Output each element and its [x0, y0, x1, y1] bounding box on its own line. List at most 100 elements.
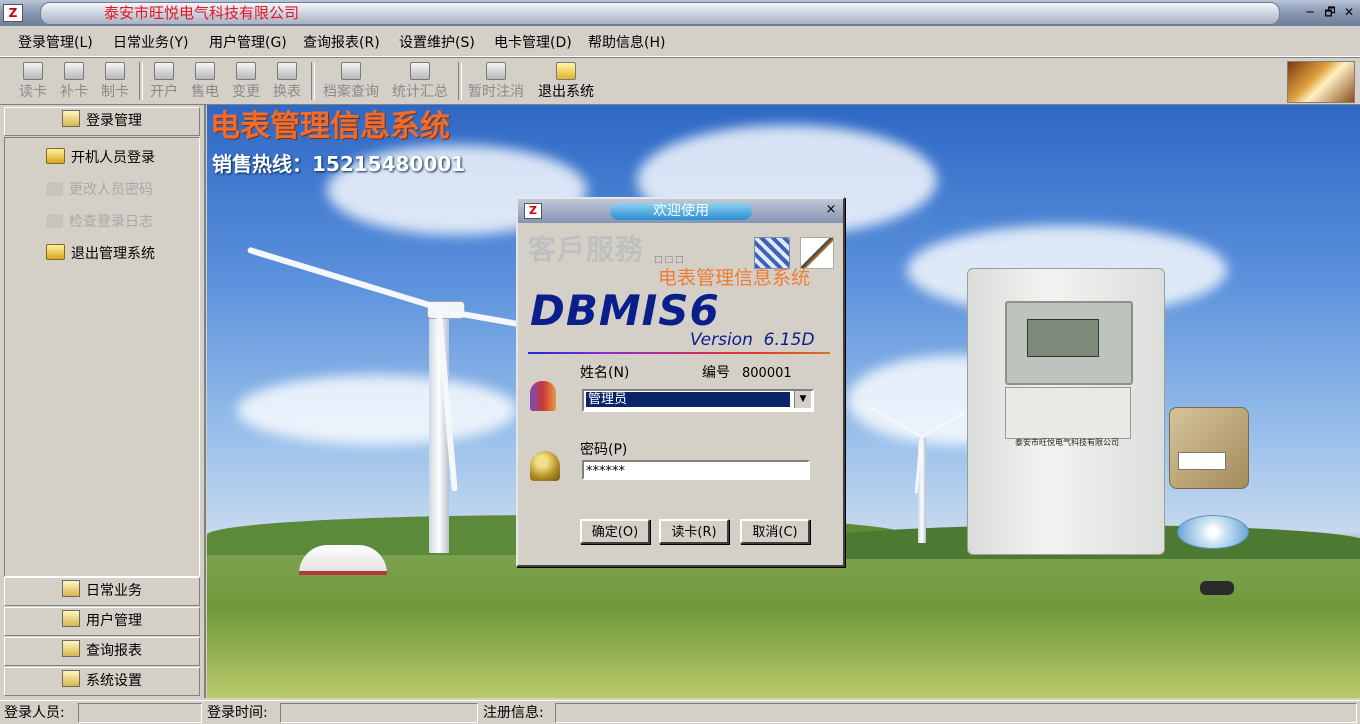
archive-query-icon [341, 62, 361, 80]
statistics-button[interactable]: 统计汇总 [387, 62, 453, 102]
cloud [237, 375, 517, 445]
dialog-title-bar[interactable]: Z 欢迎使用 × [518, 199, 843, 223]
card-reader-slot [1178, 452, 1226, 470]
user-management-icon [62, 610, 80, 627]
status-user-label: 登录人员: [4, 705, 65, 721]
nav-section-settings[interactable]: 系统设置 [4, 667, 200, 696]
password-field[interactable]: ****** [582, 460, 810, 480]
toolbar-separator [139, 62, 143, 100]
name-label: 姓名(N) [580, 365, 630, 381]
cow [1200, 581, 1234, 595]
code-label: 编号 [702, 365, 730, 381]
users-icon [530, 381, 556, 411]
menu-settings[interactable]: 设置维护(S) [395, 33, 479, 53]
product-version: Version 6.15D [690, 330, 815, 350]
menu-help[interactable]: 帮助信息(H) [584, 33, 669, 53]
confirm-button[interactable]: 确定(O) [580, 519, 650, 544]
nav-section-login[interactable]: 登录管理 [4, 107, 200, 136]
pause-icon [486, 62, 506, 80]
service-boxes: □□□ [654, 255, 686, 265]
change-icon [236, 62, 256, 80]
daily-business-icon [62, 580, 80, 597]
open-account-icon [154, 62, 174, 80]
read-card-button[interactable]: 读卡 [13, 62, 53, 102]
window-title: 泰安市旺悦电气科技有限公司 [104, 4, 300, 22]
electric-meter-image: 泰安市旺悦电气科技有限公司 [967, 268, 1165, 555]
sales-hotline: 销售热线：15215480001 [212, 152, 466, 176]
keys-icon [530, 451, 560, 481]
menu-bar: 登录管理(L) 日常业务(Y) 用户管理(G) 查询报表(R) 设置维护(S) … [0, 30, 1360, 57]
card-reader-image [1169, 407, 1249, 489]
reissue-card-button[interactable]: 补卡 [54, 62, 94, 102]
nav-section-reports[interactable]: 查询报表 [4, 637, 200, 666]
code-value: 800001 [742, 366, 792, 381]
replace-meter-icon [277, 62, 297, 80]
customer-service-banner: 客戶服務 [528, 233, 645, 266]
user-select-value: 管理员 [585, 391, 791, 408]
toolbar-separator [311, 62, 315, 100]
wind-turbine-blade [246, 246, 440, 311]
restore-button[interactable]: 🗗 [1322, 5, 1338, 19]
menu-daily[interactable]: 日常业务(Y) [109, 33, 192, 53]
open-folder-icon [46, 148, 65, 164]
settings-icon [62, 670, 80, 687]
change-button[interactable]: 变更 [226, 62, 266, 102]
rainbow-divider [528, 352, 830, 354]
title-bar: Z 泰安市旺悦电气科技有限公司 ─ 🗗 ✕ [0, 0, 1360, 26]
network-icon [754, 237, 790, 269]
toolbar-corner-picture [1287, 61, 1355, 103]
sell-power-button[interactable]: 售电 [185, 62, 225, 102]
menu-login[interactable]: 登录管理(L) [14, 33, 97, 53]
product-logo: DBMIS6 [530, 286, 720, 335]
app-logo-icon[interactable]: Z [3, 4, 23, 22]
toolbar-separator [458, 62, 462, 100]
meter-lcd [1027, 319, 1099, 357]
nav-panel [4, 137, 200, 577]
replace-meter-button[interactable]: 换表 [267, 62, 307, 102]
cd-disc-image [1177, 515, 1249, 549]
exit-folder-icon [46, 244, 65, 260]
meter-nameplate [1005, 387, 1131, 439]
status-user-value [78, 703, 202, 723]
pause-logout-button[interactable]: 暂时注消 [463, 62, 529, 102]
nav-item-change-password: 更改人员密码 [46, 180, 153, 200]
status-time-label: 登录时间: [207, 705, 268, 721]
archive-query-button[interactable]: 档案查询 [318, 62, 384, 102]
yurt [299, 545, 387, 575]
report-icon [62, 640, 80, 657]
printer-icon [410, 62, 430, 80]
menu-cards[interactable]: 电卡管理(D) [490, 33, 576, 53]
login-dialog: Z 欢迎使用 × 客戶服務 □□□ 电表管理信息系统 DBMIS6 Versio… [516, 197, 845, 567]
left-navigation: 登录管理 开机人员登录 更改人员密码 检查登录日志 退出管理系统 日常业务 用户… [0, 105, 206, 698]
nav-section-users[interactable]: 用户管理 [4, 607, 200, 636]
log-icon [46, 214, 63, 228]
menu-users[interactable]: 用户管理(G) [205, 33, 291, 53]
pen-icon [800, 237, 834, 269]
minimize-button[interactable]: ─ [1302, 5, 1318, 19]
status-bar: 登录人员: 登录时间: 注册信息: [0, 700, 1360, 724]
dialog-logo-icon: Z [524, 203, 542, 219]
open-account-button[interactable]: 开户 [144, 62, 184, 102]
chevron-down-icon[interactable]: ▼ [794, 391, 811, 408]
status-time-value [280, 703, 478, 723]
nav-item-exit-system[interactable]: 退出管理系统 [46, 244, 155, 264]
dialog-title: 欢迎使用 [610, 203, 752, 220]
read-card-login-button[interactable]: 读卡(R) [659, 519, 729, 544]
exit-folder-icon [556, 62, 576, 80]
status-reg-value [555, 703, 1357, 723]
close-button[interactable]: ✕ [1341, 5, 1357, 19]
meter-display-panel [1005, 301, 1133, 385]
reissue-card-icon [64, 62, 84, 80]
nav-item-operator-login[interactable]: 开机人员登录 [46, 148, 155, 168]
dialog-close-button[interactable]: × [824, 203, 838, 217]
sell-power-icon [195, 62, 215, 80]
exit-system-button[interactable]: 退出系统 [533, 62, 599, 102]
user-select[interactable]: 管理员 ▼ [582, 389, 814, 412]
cancel-button[interactable]: 取消(C) [740, 519, 810, 544]
system-title: 电表管理信息系统 [210, 109, 450, 144]
make-card-button[interactable]: 制卡 [95, 62, 135, 102]
menu-reports[interactable]: 查询报表(R) [299, 33, 384, 53]
nav-section-daily[interactable]: 日常业务 [4, 577, 200, 606]
status-reg-label: 注册信息: [483, 705, 544, 721]
toolbar: 读卡 补卡 制卡 开户 售电 变更 换表 档案查询 统计汇总 暂时注消 退出系统 [0, 57, 1360, 105]
